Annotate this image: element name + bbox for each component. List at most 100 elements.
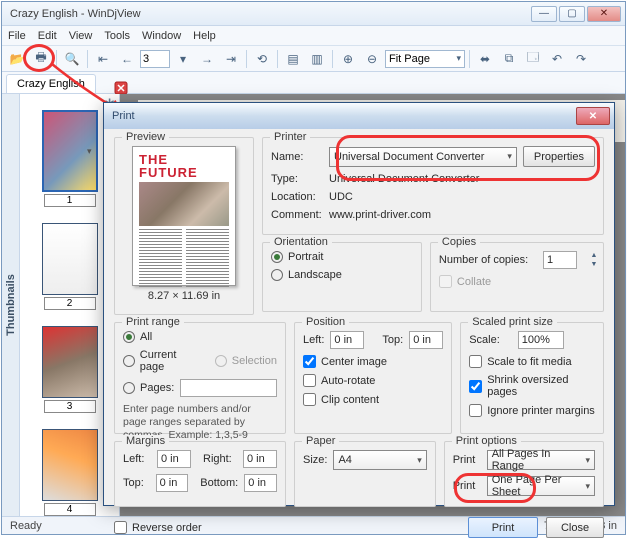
- m-left-label: Left:: [123, 453, 151, 465]
- menu-edit[interactable]: Edit: [38, 30, 57, 42]
- m-bottom-input[interactable]: 0 in: [244, 474, 277, 492]
- preview-headline: THE FUTURE: [139, 153, 229, 179]
- actual-size-icon[interactable]: 🗔: [522, 49, 544, 69]
- nav-back-icon[interactable]: ⟲: [251, 49, 273, 69]
- shrink-oversized-checkbox[interactable]: [469, 380, 482, 393]
- orientation-portrait-radio[interactable]: Portrait: [271, 251, 413, 263]
- layout-continuous-icon[interactable]: ▤: [282, 49, 304, 69]
- fit-page-icon[interactable]: ⧉: [498, 49, 520, 69]
- reverse-order-checkbox-row: Reverse order: [114, 521, 202, 534]
- paper-size-select[interactable]: A4: [333, 450, 426, 470]
- opt-pagesinrange-select[interactable]: All Pages In Range: [487, 450, 595, 470]
- zoom-in-icon[interactable]: ⊕: [337, 49, 359, 69]
- page-number-input[interactable]: [140, 50, 170, 68]
- fit-width-icon[interactable]: ⬌: [474, 49, 496, 69]
- last-page-icon[interactable]: ⇥: [220, 49, 242, 69]
- print-dialog: Print ✕ Preview THE FUTURE 8.27 × 11.69 …: [103, 102, 615, 506]
- center-image-checkbox[interactable]: [303, 355, 316, 368]
- ignore-margins-checkbox[interactable]: [469, 404, 482, 417]
- maximize-button[interactable]: ▢: [559, 6, 585, 22]
- menu-help[interactable]: Help: [193, 30, 216, 42]
- toolbar: 📂 🖶 🔍 ⇤ ← ▾ → ⇥ ⟲ ▤ ▥ ⊕ ⊖ Fit Page ⬌ ⧉ 🗔…: [2, 46, 625, 72]
- open-icon[interactable]: 📂: [6, 49, 28, 69]
- orientation-landscape-radio[interactable]: Landscape: [271, 269, 413, 281]
- zoom-out-icon[interactable]: ⊖: [361, 49, 383, 69]
- group-legend: Position: [302, 316, 349, 328]
- menu-tools[interactable]: Tools: [104, 30, 130, 42]
- titlebar: Crazy English - WinDjView — ▢ ✕: [2, 2, 625, 26]
- find-icon[interactable]: 🔍: [61, 49, 83, 69]
- fit-media-checkbox[interactable]: [469, 355, 482, 368]
- prev-page-icon[interactable]: ←: [116, 49, 138, 69]
- group-legend: Scaled print size: [468, 316, 557, 328]
- properties-button[interactable]: Properties: [523, 146, 595, 167]
- range-pages-radio[interactable]: Pages:: [123, 382, 174, 394]
- first-page-icon[interactable]: ⇤: [92, 49, 114, 69]
- thumbnail[interactable]: 3: [42, 326, 98, 413]
- m-top-label: Top:: [123, 477, 150, 489]
- dialog-title: Print: [112, 110, 576, 122]
- collate-checkbox: [439, 275, 452, 288]
- comment-value: www.print-driver.com: [329, 209, 431, 221]
- group-legend: Orientation: [270, 236, 332, 248]
- print-range-group: Print range All Current page Selection P…: [114, 322, 286, 434]
- minimize-button[interactable]: —: [531, 6, 557, 22]
- group-legend: Margins: [122, 435, 169, 447]
- range-current-radio[interactable]: Current page: [123, 349, 203, 373]
- orientation-group: Orientation Portrait Landscape: [262, 242, 422, 312]
- thumbnail[interactable]: 2: [42, 223, 98, 310]
- separator: [87, 50, 88, 68]
- opt1-label: Print: [453, 454, 481, 466]
- auto-rotate-checkbox[interactable]: [303, 374, 316, 387]
- range-pages-input[interactable]: [180, 379, 277, 397]
- dialog-titlebar: Print ✕: [104, 103, 614, 129]
- separator: [332, 50, 333, 68]
- document-tab[interactable]: Crazy English: [6, 74, 96, 93]
- pos-left-input[interactable]: 0 in: [330, 331, 364, 349]
- sidebar-tab-thumbnails[interactable]: Thumbnails: [2, 94, 20, 516]
- preview-page: THE FUTURE: [132, 146, 236, 286]
- rotate-right-icon[interactable]: ↷: [570, 49, 592, 69]
- print-button[interactable]: Print: [468, 517, 538, 538]
- separator: [469, 50, 470, 68]
- menu-window[interactable]: Window: [142, 30, 181, 42]
- clip-content-checkbox[interactable]: [303, 393, 316, 406]
- print-icon[interactable]: 🖶: [30, 49, 52, 69]
- opt-pagespersheet-select[interactable]: One Page Per Sheet: [487, 476, 595, 496]
- rotate-left-icon[interactable]: ↶: [546, 49, 568, 69]
- next-page-icon[interactable]: →: [196, 49, 218, 69]
- range-all-radio[interactable]: All: [123, 331, 277, 343]
- close-button[interactable]: ✕: [587, 6, 621, 22]
- spin-up-icon[interactable]: ▲: [583, 251, 605, 260]
- menu-file[interactable]: File: [8, 30, 26, 42]
- close-dialog-button[interactable]: Close: [546, 517, 604, 538]
- comment-label: Comment:: [271, 209, 323, 221]
- copies-label: Number of copies:: [439, 254, 528, 266]
- layout-facing-icon[interactable]: ▥: [306, 49, 328, 69]
- thumbnail[interactable]: 4: [42, 429, 98, 516]
- zoom-select[interactable]: Fit Page: [385, 50, 465, 68]
- group-legend: Paper: [302, 435, 339, 447]
- menu-view[interactable]: View: [69, 30, 93, 42]
- thumb-num: 2: [44, 297, 96, 310]
- status-text: Ready: [10, 520, 42, 532]
- spin-down-icon[interactable]: ▼: [583, 260, 605, 269]
- tab-label: Crazy English: [17, 78, 85, 90]
- range-selection-radio: Selection: [215, 355, 277, 367]
- scale-input[interactable]: 100%: [518, 331, 564, 349]
- thumbnails-label: Thumbnails: [5, 274, 17, 336]
- tab-close-icon[interactable]: [114, 81, 128, 95]
- pos-top-input[interactable]: 0 in: [409, 331, 443, 349]
- zoom-value: Fit Page: [389, 53, 430, 65]
- position-group: Position Left:0 inTop:0 in Center image …: [294, 322, 452, 434]
- copies-input[interactable]: 1: [543, 251, 577, 269]
- dialog-close-button[interactable]: ✕: [576, 107, 610, 125]
- reverse-order-checkbox[interactable]: [114, 521, 127, 534]
- m-right-input[interactable]: 0 in: [243, 450, 277, 468]
- thumbnail[interactable]: 1: [42, 110, 98, 207]
- m-top-input[interactable]: 0 in: [156, 474, 189, 492]
- m-left-input[interactable]: 0 in: [157, 450, 191, 468]
- printer-name-select[interactable]: Universal Document Converter: [329, 147, 517, 167]
- printer-group: Printer Name: Universal Document Convert…: [262, 137, 604, 235]
- page-dropdown-icon[interactable]: ▾: [172, 49, 194, 69]
